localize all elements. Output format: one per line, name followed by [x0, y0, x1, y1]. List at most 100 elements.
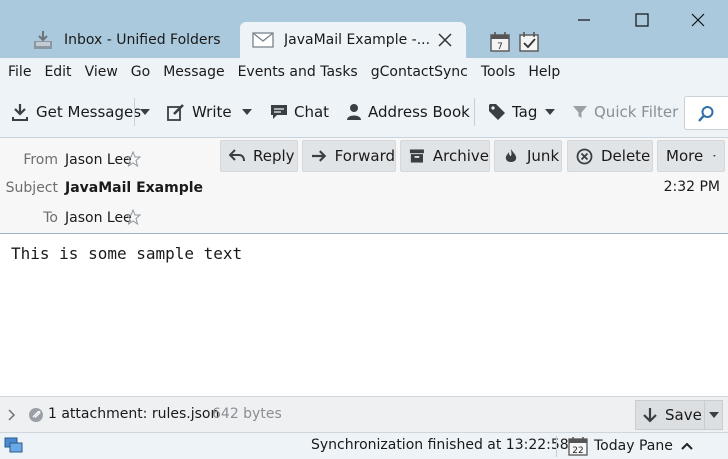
tasks-icon[interactable]: [518, 31, 540, 53]
reply-label: Reply: [253, 147, 295, 165]
save-dropdown[interactable]: [705, 400, 723, 430]
network-status-icon[interactable]: [4, 436, 24, 454]
menu-gcontactsync[interactable]: gContactSync: [371, 64, 468, 80]
archive-button[interactable]: Archive: [400, 140, 490, 172]
tag-button[interactable]: Tag: [488, 100, 561, 124]
tab-label: Inbox - Unified Folders: [64, 32, 221, 48]
paperclip-icon: [29, 408, 43, 422]
toolbar-divider: [134, 98, 135, 126]
chevron-right-icon[interactable]: [8, 409, 16, 421]
tab-label: JavaMail Example -...: [284, 32, 431, 48]
delete-button[interactable]: Delete: [567, 140, 653, 172]
tab-inbox[interactable]: Inbox - Unified Folders: [22, 22, 242, 58]
menu-help[interactable]: Help: [528, 64, 560, 80]
get-messages-label: Get Messages: [36, 103, 142, 121]
get-messages-dropdown[interactable]: [138, 100, 152, 124]
today-pane-label: Today Pane: [594, 438, 673, 454]
address-book-label: Address Book: [368, 103, 470, 121]
status-bar: Synchronization finished at 13:22:58 22 …: [0, 432, 728, 459]
svg-text:7: 7: [497, 42, 503, 52]
attachment-summary[interactable]: 1 attachment: rules.json: [48, 406, 219, 422]
menu-file[interactable]: File: [8, 64, 31, 80]
calendar-day-number: 22: [572, 446, 583, 456]
write-label: Write: [192, 103, 232, 121]
chevron-up-icon: [681, 442, 693, 450]
maximize-icon[interactable]: [630, 8, 654, 32]
main-toolbar: Get Messages Write Chat Address Book Tag…: [0, 86, 728, 138]
subject-label: Subject: [5, 180, 58, 196]
get-messages-button[interactable]: Get Messages: [10, 100, 141, 124]
status-text: Synchronization finished at 13:22:58: [311, 437, 569, 453]
tag-icon: [489, 104, 505, 120]
download-icon: [12, 104, 28, 121]
search-icon: [698, 106, 714, 122]
attachment-bar: 1 attachment: rules.json 642 bytes Save: [0, 396, 728, 432]
menu-message[interactable]: Message: [163, 64, 224, 80]
pencil-icon: [167, 104, 184, 121]
to-value[interactable]: Jason Lee: [65, 210, 132, 226]
envelope-icon: [252, 32, 274, 48]
forward-arrow-icon: [311, 150, 327, 162]
save-attachment-button[interactable]: Save: [635, 400, 705, 430]
today-pane-toggle[interactable]: 22 Today Pane: [568, 434, 693, 458]
message-body[interactable]: This is some sample text: [0, 235, 728, 395]
title-bar: Inbox - Unified Folders JavaMail Example…: [0, 0, 728, 58]
message-text: This is some sample text: [11, 244, 243, 263]
chat-bubble-icon: [271, 105, 287, 119]
menu-tools[interactable]: Tools: [481, 64, 516, 80]
search-input[interactable]: [684, 96, 728, 130]
from-label: From: [23, 152, 58, 168]
archive-label: Archive: [432, 147, 489, 165]
minimize-icon[interactable]: [572, 8, 596, 32]
chat-button[interactable]: Chat: [270, 100, 329, 124]
message-header: From Jason Lee Subject JavaMail Example …: [0, 138, 728, 234]
status-divider: [556, 436, 557, 457]
archive-box-icon: [409, 149, 424, 163]
delete-label: Delete: [601, 147, 651, 165]
menu-go[interactable]: Go: [131, 64, 150, 80]
write-dropdown[interactable]: [240, 100, 254, 124]
tag-label: Tag: [512, 103, 538, 121]
menu-edit[interactable]: Edit: [44, 64, 71, 80]
chat-label: Chat: [294, 103, 330, 121]
quick-filter-button[interactable]: Quick Filter: [572, 100, 678, 124]
calendar-icon[interactable]: 7: [489, 31, 511, 53]
tab-javamail-example[interactable]: JavaMail Example -...: [240, 22, 466, 58]
more-label: More: [666, 147, 704, 165]
chevron-down-icon: [713, 155, 716, 157]
delete-circle-icon: [576, 148, 593, 164]
junk-button[interactable]: Junk: [494, 140, 562, 172]
download-arrow-icon: [643, 408, 657, 423]
chevron-down-icon: [140, 109, 150, 115]
chevron-down-icon: [708, 412, 719, 418]
menu-bar: File Edit View Go Message Events and Tas…: [0, 58, 728, 86]
quick-filter-label: Quick Filter: [594, 103, 679, 121]
chevron-down-icon: [545, 109, 556, 115]
write-button[interactable]: Write: [166, 100, 232, 124]
menu-view[interactable]: View: [85, 64, 118, 80]
reply-arrow-icon: [229, 149, 245, 162]
attachment-size: 642 bytes: [212, 406, 282, 422]
inbox-download-icon: [34, 31, 52, 49]
junk-flame-icon: [505, 149, 517, 162]
close-tab-icon[interactable]: [436, 31, 454, 49]
toolbar-divider: [474, 98, 475, 126]
reply-button[interactable]: Reply: [220, 140, 298, 172]
contact-person-icon: [347, 104, 361, 120]
forward-label: Forward: [334, 147, 395, 165]
star-icon[interactable]: [125, 151, 141, 167]
more-button[interactable]: More: [657, 140, 725, 172]
from-value[interactable]: Jason Lee: [65, 152, 132, 168]
filter-funnel-icon: [573, 106, 587, 118]
chevron-down-icon: [242, 109, 252, 115]
star-icon[interactable]: [125, 209, 141, 225]
save-label: Save: [665, 406, 702, 424]
forward-button[interactable]: Forward: [302, 140, 396, 172]
to-label: To: [43, 210, 58, 226]
menu-events-and-tasks[interactable]: Events and Tasks: [238, 64, 358, 80]
junk-label: Junk: [527, 147, 560, 165]
close-icon[interactable]: [686, 8, 710, 32]
address-book-button[interactable]: Address Book: [346, 100, 470, 124]
calendar-day-icon: 22: [568, 437, 588, 456]
message-time: 2:32 PM: [663, 179, 720, 195]
